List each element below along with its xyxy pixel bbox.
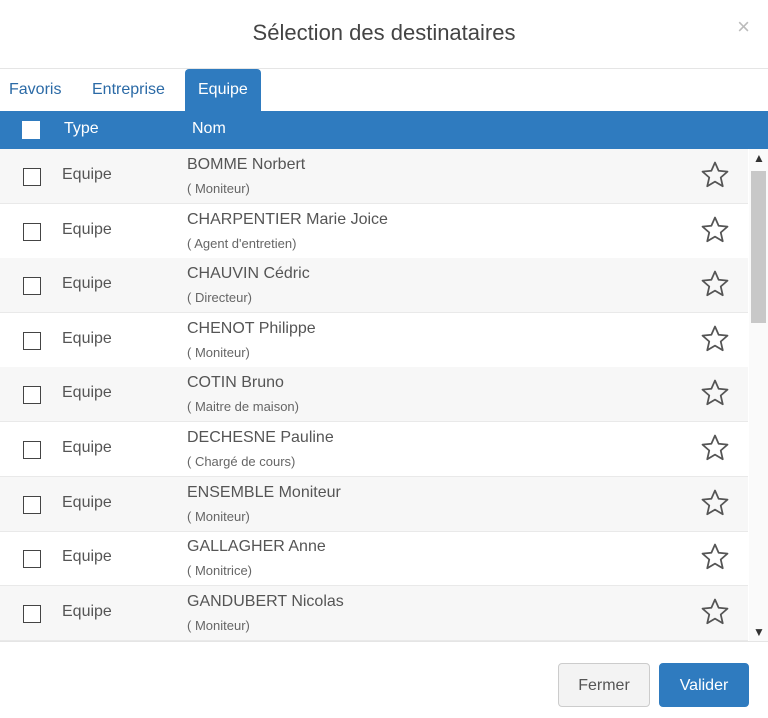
row-checkbox[interactable] [23, 386, 41, 404]
row-role: ( Agent d'entretien) [187, 236, 297, 251]
validate-button[interactable]: Valider [659, 663, 749, 707]
table-row[interactable]: Equipe BOMME Norbert ( Moniteur) [0, 149, 748, 204]
row-checkbox[interactable] [23, 605, 41, 623]
row-name: BOMME Norbert [187, 156, 306, 173]
select-all-checkbox[interactable] [22, 121, 40, 139]
table-row[interactable]: Equipe COTIN Bruno ( Maitre de maison) [0, 367, 748, 422]
favorite-star-icon[interactable] [700, 597, 730, 627]
scrollbar[interactable]: ▲ ▼ [749, 149, 768, 641]
favorite-star-icon[interactable] [700, 542, 730, 572]
row-role: ( Chargé de cours) [187, 454, 296, 469]
row-type: Equipe [62, 548, 112, 565]
tab-entreprise[interactable]: Entreprise [92, 69, 165, 111]
row-checkbox[interactable] [23, 441, 41, 459]
scroll-up-icon[interactable]: ▲ [753, 151, 765, 165]
favorite-star-icon[interactable] [700, 215, 730, 245]
favorite-star-icon[interactable] [700, 378, 730, 408]
column-header-nom[interactable]: Nom [192, 120, 226, 138]
row-name: CHARPENTIER Marie Joice [187, 211, 388, 228]
row-role: ( Moniteur) [187, 345, 250, 360]
row-checkbox[interactable] [23, 496, 41, 514]
favorite-star-icon[interactable] [700, 324, 730, 354]
column-header-type[interactable]: Type [64, 120, 99, 138]
row-role: ( Moniteur) [187, 618, 250, 633]
row-type: Equipe [62, 384, 112, 401]
favorite-star-icon[interactable] [700, 433, 730, 463]
row-checkbox[interactable] [23, 223, 41, 241]
row-checkbox[interactable] [23, 550, 41, 568]
recipient-list: Equipe BOMME Norbert ( Moniteur) Equipe CHAR… [0, 149, 768, 641]
dialog-header: Sélection des destinataires × [0, 0, 768, 69]
table-row[interactable]: Equipe ENSEMBLE Moniteur ( Moniteur) [0, 477, 748, 532]
table-row[interactable]: Equipe CHAUVIN Cédric ( Directeur) [0, 258, 748, 313]
tab-bar: Favoris Entreprise Equipe [0, 69, 768, 111]
row-name: ENSEMBLE Moniteur [187, 484, 341, 501]
favorite-star-icon[interactable] [700, 488, 730, 518]
row-role: ( Maitre de maison) [187, 399, 299, 414]
dialog-title: Sélection des destinataires [252, 20, 516, 45]
row-type: Equipe [62, 275, 112, 292]
row-name: CHENOT Philippe [187, 320, 316, 337]
close-icon[interactable]: × [737, 14, 750, 40]
tab-favoris[interactable]: Favoris [9, 69, 61, 111]
row-type: Equipe [62, 330, 112, 347]
row-name: DECHESNE Pauline [187, 429, 334, 446]
row-checkbox[interactable] [23, 168, 41, 186]
row-checkbox[interactable] [23, 277, 41, 295]
row-type: Equipe [62, 221, 112, 238]
row-type: Equipe [62, 603, 112, 620]
row-role: ( Monitrice) [187, 563, 253, 578]
table-row[interactable]: Equipe CHARPENTIER Marie Joice ( Agent d'e… [0, 204, 748, 259]
close-button[interactable]: Fermer [558, 663, 650, 707]
table-row[interactable]: Equipe GANDUBERT Nicolas ( Moniteur) [0, 586, 748, 641]
table-header: Type Nom [0, 111, 768, 149]
row-name: COTIN Bruno [187, 374, 284, 391]
row-type: Equipe [62, 166, 112, 183]
row-role: ( Moniteur) [187, 181, 250, 196]
row-name: GALLAGHER Anne [187, 538, 326, 555]
favorite-star-icon[interactable] [700, 269, 730, 299]
row-type: Equipe [62, 494, 112, 511]
favorite-star-icon[interactable] [700, 160, 730, 190]
dialog-footer: Fermer Valider [0, 641, 768, 718]
table-row[interactable]: Equipe GALLAGHER Anne ( Monitrice) [0, 531, 748, 586]
tab-equipe[interactable]: Equipe [185, 69, 261, 111]
table-row[interactable]: Equipe CHENOT Philippe ( Moniteur) [0, 313, 748, 368]
row-type: Equipe [62, 439, 112, 456]
row-role: ( Moniteur) [187, 509, 250, 524]
row-role: ( Directeur) [187, 290, 253, 305]
scroll-down-icon[interactable]: ▼ [753, 625, 765, 639]
table-row[interactable]: Equipe DECHESNE Pauline ( Chargé de cours) [0, 422, 748, 477]
row-checkbox[interactable] [23, 332, 41, 350]
row-name: CHAUVIN Cédric [187, 265, 310, 282]
row-name: GANDUBERT Nicolas [187, 593, 344, 610]
scrollbar-thumb[interactable] [751, 171, 766, 323]
